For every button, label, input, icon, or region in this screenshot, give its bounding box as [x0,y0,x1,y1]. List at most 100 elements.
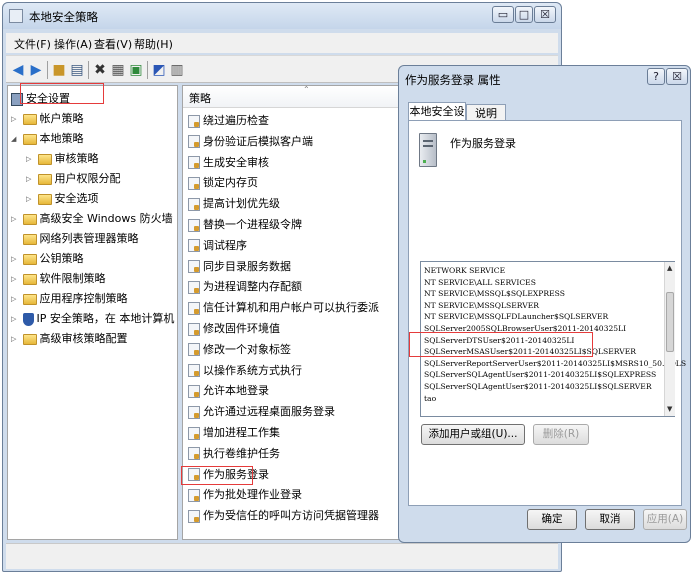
tree-item-label: 高级安全 Windows 防火墙 [39,212,173,225]
export-list-icon[interactable]: ▣ [128,62,144,78]
folder-icon [37,193,52,205]
show-tree-icon[interactable]: ▤ [69,62,85,78]
ok-button[interactable]: 确定 [527,509,577,530]
expand-arrow-icon[interactable]: ▷ [11,309,19,329]
tree-item[interactable]: ▷ 高级安全 Windows 防火墙 [11,209,173,229]
expand-arrow-icon[interactable]: ▷ [11,109,19,129]
expand-arrow-icon[interactable]: ▷ [26,169,34,189]
policy-label: 执行卷维护任务 [203,446,280,460]
policy-row[interactable]: 锁定内存页 [183,173,258,194]
policy-row[interactable]: 作为受信任的呼叫方访问凭据管理器 [183,506,379,527]
expand-arrow-icon[interactable]: ▷ [26,149,34,169]
menu-action[interactable]: 操作(A) [54,36,92,52]
highlight-tao [409,332,593,357]
ip-security-icon [22,312,34,326]
policy-icon [188,426,200,440]
policy-row[interactable]: 替换一个进程级令牌 [183,215,302,236]
policy-row[interactable]: 修改一个对象标签 [183,340,291,361]
scroll-up-arrow-icon[interactable]: ▲ [667,264,672,272]
close-button[interactable]: ☒ [534,6,556,23]
policy-row[interactable]: 执行卷维护任务 [183,444,280,465]
policy-row[interactable]: 调试程序 [183,236,247,257]
policy-row[interactable]: 允许本地登录 [183,381,269,402]
principal-item[interactable]: tao [424,393,436,405]
tree-item[interactable]: 网络列表管理器策略 [11,229,139,249]
dialog-close-button[interactable]: ☒ [666,68,688,85]
folder-icon [22,253,37,265]
policy-label: 调试程序 [203,238,247,252]
policy-icon [188,509,200,523]
principal-list-scrollbar[interactable]: ▲ ▼ [664,262,675,416]
policy-row[interactable]: 允许通过远程桌面服务登录 [183,402,335,423]
tree-item[interactable]: ▷ 高级审核策略配置 [11,329,128,349]
menu-help[interactable]: 帮助(H) [134,36,173,52]
policy-row[interactable]: 生成安全审核 [183,153,269,174]
policy-row[interactable]: 以操作系统方式执行 [183,361,302,382]
cancel-button[interactable]: 取消 [585,509,635,530]
expand-arrow-icon[interactable]: ▷ [11,329,19,349]
principal-item[interactable]: NETWORK SERVICE [424,265,505,277]
remove-button[interactable]: 删除(R) [533,424,589,445]
menu-file[interactable]: 文件(F) [14,36,51,52]
policy-icon [188,114,200,128]
tree-item[interactable]: ▷ 安全选项 [26,189,99,209]
list-header[interactable]: 策略 ⌃ [183,85,407,108]
properties-icon[interactable]: ▦ [110,62,126,78]
tree-item[interactable]: ▷ 帐户策略 [11,109,84,129]
folder-icon [22,333,37,345]
principal-item[interactable]: SQLServerSQLAgentUser$2011-20140325LI$SQ… [424,369,656,381]
tab-local-security-setting[interactable]: 本地安全设置 [408,102,466,136]
policy-row[interactable]: 作为批处理作业登录 [183,485,302,506]
policy-row[interactable]: 增加进程工作集 [183,423,280,444]
folder-icon [22,113,37,125]
folder-icon [22,213,37,225]
apply-button[interactable]: 应用(A) [643,509,687,530]
policy-row[interactable]: 为进程调整内存配额 [183,277,302,298]
expand-arrow-icon[interactable]: ▷ [11,269,19,289]
tree-item[interactable]: ▷ 用户权限分配 [26,169,121,189]
policy-row[interactable]: 信任计算机和用户帐户可以执行委派 [183,298,379,319]
principal-item[interactable]: NT SERVICE\MSSQLSERVER [424,300,539,312]
add-user-or-group-button[interactable]: 添加用户或组(U)... [421,424,525,445]
tree-item[interactable]: ▷ IP 安全策略，在 本地计算机 [11,309,174,329]
tree-item[interactable]: ◢ 本地策略 [11,129,84,149]
main-title-bar[interactable]: 本地安全策略 ▭ □ ☒ [3,3,561,29]
tree-item[interactable]: ▷ 公钥策略 [11,249,84,269]
principal-item[interactable]: SQLServerReportServerUser$2011-20140325L… [424,358,686,370]
policy-icon [188,197,200,211]
scroll-thumb[interactable] [666,292,674,352]
principal-item[interactable]: NT SERVICE\MSSQLFDLauncher$SQLSERVER [424,311,608,323]
delete-icon[interactable]: ✖ [92,62,108,78]
toolbar-separator [88,61,89,79]
tree-item-label: 审核策略 [54,152,99,165]
menu-view[interactable]: 查看(V) [94,36,132,52]
principal-item[interactable]: NT SERVICE\ALL SERVICES [424,277,536,289]
back-arrow-icon[interactable]: ◀ [10,62,26,78]
expand-arrow-icon[interactable]: ▷ [11,209,19,229]
collapse-arrow-icon[interactable]: ◢ [11,129,19,149]
dialog-title-bar[interactable]: 作为服务登录 属性 ? ☒ [399,66,690,90]
principal-item[interactable]: SQLServerSQLAgentUser$2011-20140325LI$SQ… [424,381,652,393]
expand-arrow-icon[interactable]: ▷ [11,249,19,269]
maximize-button[interactable]: □ [515,6,533,23]
policy-row[interactable]: 提高计划优先级 [183,194,280,215]
forward-arrow-icon[interactable]: ▶ [28,62,44,78]
policy-row[interactable]: 身份验证后模拟客户端 [183,132,313,153]
tree-item[interactable]: ▷ 审核策略 [26,149,99,169]
policy-row[interactable]: 修改固件环境值 [183,319,280,340]
status-bar [6,543,558,569]
tree-item[interactable]: ▷ 软件限制策略 [11,269,106,289]
help-icon[interactable]: ◩ [151,62,167,78]
show-action-pane-icon[interactable]: ▥ [169,62,185,78]
principal-item[interactable]: NT SERVICE\MSSQL$SQLEXPRESS [424,288,565,300]
dialog-title: 作为服务登录 属性 [405,73,501,87]
tree-item[interactable]: ▷ 应用程序控制策略 [11,289,128,309]
expand-arrow-icon[interactable]: ▷ [26,189,34,209]
policy-row[interactable]: 绕过遍历检查 [183,111,269,132]
scroll-down-arrow-icon[interactable]: ▼ [667,405,672,413]
minimize-button[interactable]: ▭ [492,6,514,23]
dialog-help-button[interactable]: ? [647,68,665,85]
up-folder-icon[interactable]: ■ [51,62,67,78]
expand-arrow-icon[interactable]: ▷ [11,289,19,309]
policy-row[interactable]: 同步目录服务数据 [183,257,291,278]
